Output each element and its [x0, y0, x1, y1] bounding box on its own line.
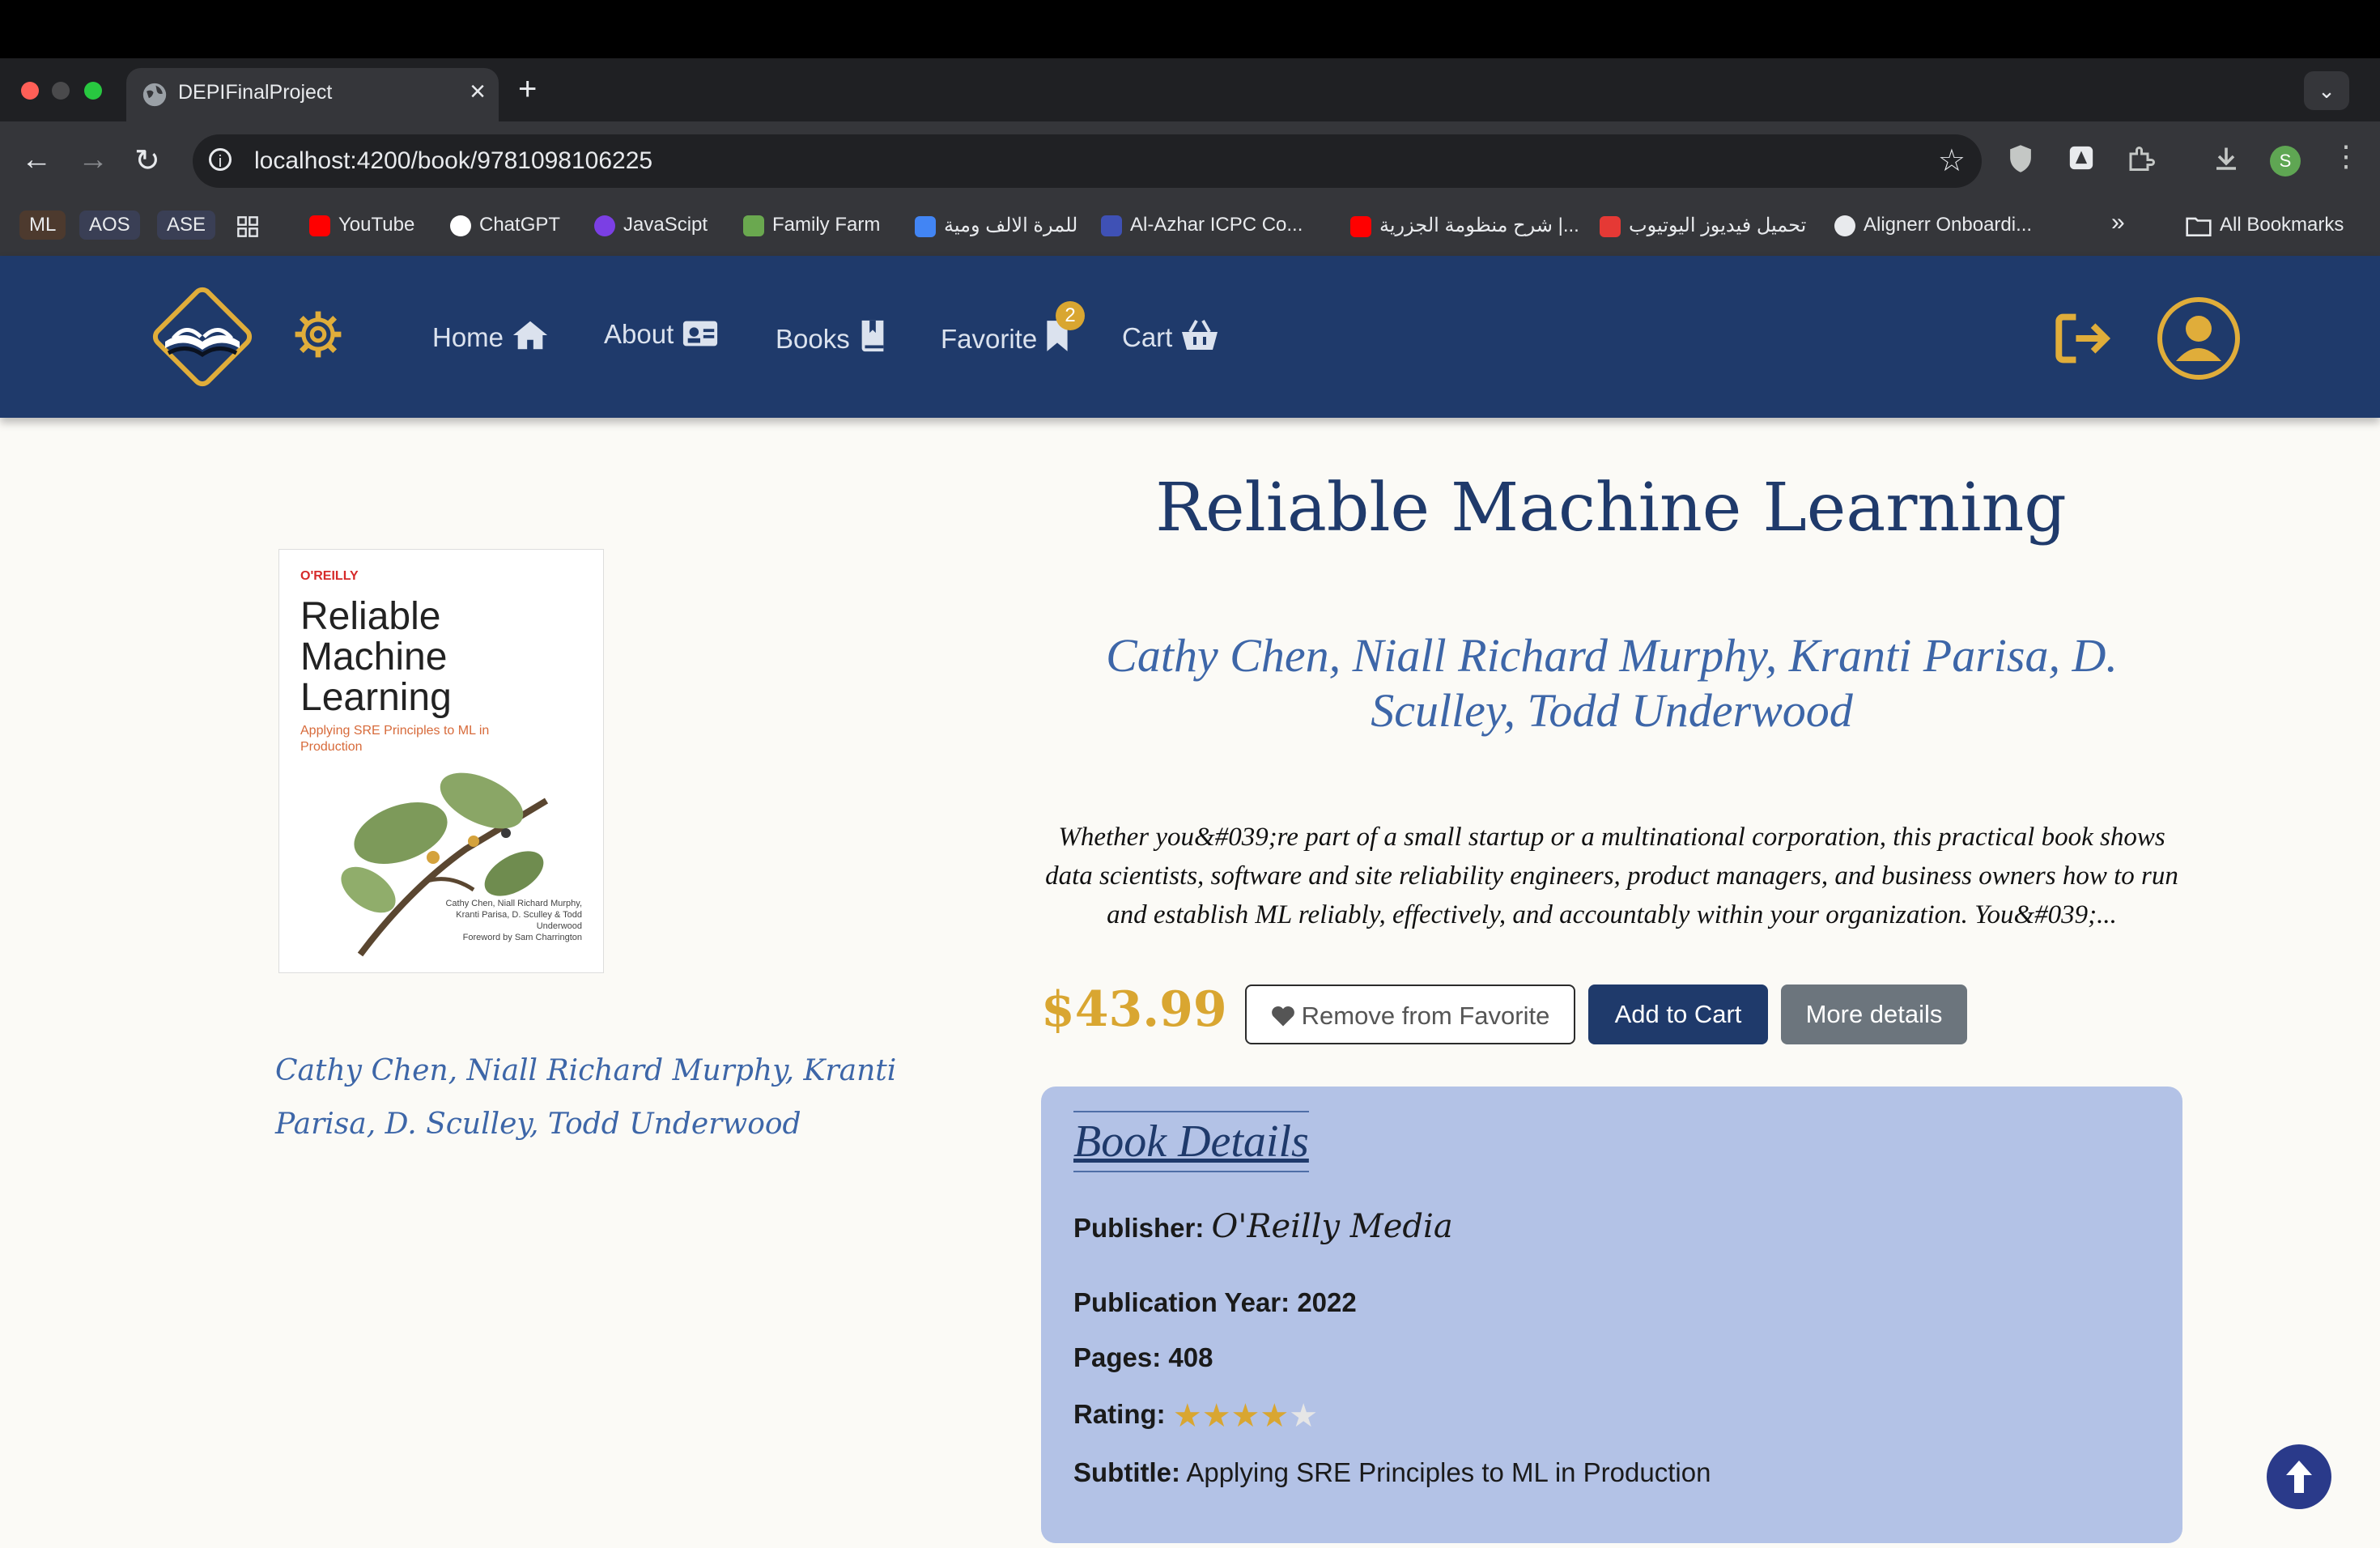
- star-filled-icon: ★: [1230, 1398, 1260, 1434]
- details-heading: Book Details: [1073, 1111, 1309, 1172]
- extensions-puzzle-icon[interactable]: [2126, 144, 2155, 173]
- arrow-up-icon: [2286, 1461, 2312, 1493]
- left-authors-text: Cathy Chen, Niall Richard Murphy, Kranti…: [275, 1054, 897, 1141]
- book-details-panel: Book Details Publisher: O'Reilly Media P…: [1041, 1087, 2182, 1543]
- icpc-icon: [1101, 215, 1122, 236]
- reload-icon[interactable]: ↻: [134, 142, 160, 179]
- book-logo-icon[interactable]: [138, 274, 267, 402]
- nav-books[interactable]: Books: [776, 319, 887, 355]
- book-price: $43.99: [1041, 981, 1227, 1038]
- book-icon: [861, 320, 884, 352]
- profile-avatar[interactable]: S: [2270, 146, 2301, 176]
- bookmark-javascipt[interactable]: JavaScipt: [594, 214, 708, 236]
- star-filled-icon: ★: [1260, 1398, 1290, 1434]
- cover-authors: Cathy Chen, Niall Richard Murphy, Kranti…: [445, 899, 582, 942]
- macos-menubar-area: [0, 0, 2380, 58]
- app-navbar: Home About Books Favorite 2 Cart: [0, 256, 2380, 418]
- bookmark-badge-ml[interactable]: ML: [19, 211, 66, 240]
- detail-subtitle: Subtitle: Applying SRE Principles to ML …: [1073, 1457, 1711, 1487]
- cover-title: Reliable Machine Learning: [300, 595, 452, 719]
- address-bar[interactable]: i localhost:4200/book/9781098106225 ☆: [193, 134, 1982, 188]
- extension-app-icon[interactable]: [2068, 144, 2095, 172]
- tab-close-icon[interactable]: ×: [470, 76, 486, 108]
- window-minimize-button[interactable]: [52, 82, 70, 100]
- youtube-icon: [1350, 215, 1371, 237]
- bookmark-arabic-2[interactable]: شرح منظومة الجزرية |...: [1350, 214, 1579, 237]
- window-close-button[interactable]: [21, 82, 39, 100]
- browser-menu-icon[interactable]: ⋮: [2331, 139, 2361, 173]
- apps-grid-icon[interactable]: [236, 215, 259, 238]
- all-bookmarks-folder[interactable]: All Bookmarks: [2186, 214, 2344, 236]
- bookmark-star-icon[interactable]: ☆: [1938, 142, 1966, 179]
- more-details-button[interactable]: More details: [1781, 985, 1967, 1044]
- chart-bars-icon: [915, 215, 936, 237]
- bookmark-youtube[interactable]: YouTube: [309, 214, 414, 236]
- browser-tab-active[interactable]: DEPIFinalProject ×: [126, 68, 499, 121]
- chatgpt-icon: [450, 215, 471, 236]
- heart-icon: [1271, 1006, 1294, 1027]
- tab-title: DEPIFinalProject: [178, 81, 333, 104]
- site-info-icon[interactable]: i: [209, 148, 232, 171]
- cover-publisher: O'REILLY: [300, 569, 359, 583]
- bookmark-chatgpt[interactable]: ChatGPT: [450, 214, 560, 236]
- book-authors: Cathy Chen, Niall Richard Murphy, Kranti…: [1106, 629, 2118, 737]
- bookmark-alazhar-icpc[interactable]: Al-Azhar ICPC Co...: [1101, 214, 1303, 236]
- bookmark-arabic-3[interactable]: تحميل فيديوز اليوتيوب: [1600, 214, 1806, 237]
- tab-search-button[interactable]: ⌄: [2304, 71, 2349, 110]
- detail-publisher: Publisher: O'Reilly Media: [1073, 1208, 1453, 1245]
- book-cover-image: O'REILLY Reliable Machine Learning Apply…: [278, 549, 604, 973]
- bookmark-badge-ase[interactable]: ASE: [157, 211, 216, 240]
- add-to-cart-button[interactable]: Add to Cart: [1588, 985, 1768, 1044]
- javascript-icon: [594, 215, 615, 236]
- nav-cart[interactable]: Cart: [1122, 319, 1219, 353]
- download-icon[interactable]: [2212, 144, 2241, 173]
- star-filled-icon: ★: [1201, 1398, 1231, 1434]
- star-filled-icon: ★: [1172, 1398, 1202, 1434]
- bookmark-arabic-1[interactable]: للمرة الالف ومية: [915, 214, 1077, 237]
- nav-home[interactable]: Home: [432, 319, 549, 353]
- nav-favorite[interactable]: Favorite: [941, 319, 1069, 355]
- globe-icon: [142, 83, 167, 107]
- address-url[interactable]: localhost:4200/book/9781098106225: [254, 147, 652, 175]
- rating-stars: ★★★★★: [1173, 1397, 1318, 1435]
- book-description: Whether you&#039;re part of a small star…: [1045, 823, 2178, 929]
- youtube-icon: [309, 215, 330, 236]
- detail-rating: Rating: ★★★★★: [1073, 1397, 1319, 1435]
- bookmark-alignerr[interactable]: Alignerr Onboardi...: [1834, 214, 2032, 236]
- scroll-to-top-button[interactable]: [2267, 1444, 2331, 1509]
- bookmarks-overflow-button[interactable]: »: [2111, 209, 2125, 236]
- folder-icon: [2186, 217, 2212, 236]
- remove-favorite-button[interactable]: Remove from Favorite: [1245, 985, 1575, 1044]
- nav-about[interactable]: About: [604, 319, 719, 350]
- new-tab-button[interactable]: +: [518, 71, 537, 108]
- book-title: Reliable Machine Learning: [1155, 470, 2067, 546]
- detail-pages: Pages: 408: [1073, 1342, 1213, 1372]
- favorite-count-badge: 2: [1056, 301, 1085, 330]
- user-profile-icon[interactable]: [2157, 296, 2241, 381]
- gear-icon[interactable]: [293, 309, 343, 359]
- family-farm-icon: [743, 215, 764, 236]
- detail-year: Publication Year: 2022: [1073, 1287, 1357, 1317]
- id-card-icon: [683, 321, 718, 347]
- bookmark-family-farm[interactable]: Family Farm: [743, 214, 880, 236]
- back-arrow-icon[interactable]: ←: [21, 142, 52, 177]
- bookmark-badge-aos[interactable]: AOS: [79, 211, 140, 240]
- logout-icon[interactable]: [2055, 313, 2114, 364]
- alignerr-icon: [1834, 215, 1855, 236]
- download-app-icon: [1600, 215, 1621, 237]
- star-empty-icon: ★: [1289, 1398, 1319, 1434]
- forward-arrow-icon[interactable]: →: [78, 142, 108, 177]
- basket-icon: [1182, 320, 1218, 350]
- home-icon: [512, 321, 548, 350]
- window-zoom-button[interactable]: [84, 82, 102, 100]
- shield-icon[interactable]: [2008, 144, 2034, 173]
- cover-subtitle: Applying SRE Principles to ML in Product…: [300, 724, 490, 754]
